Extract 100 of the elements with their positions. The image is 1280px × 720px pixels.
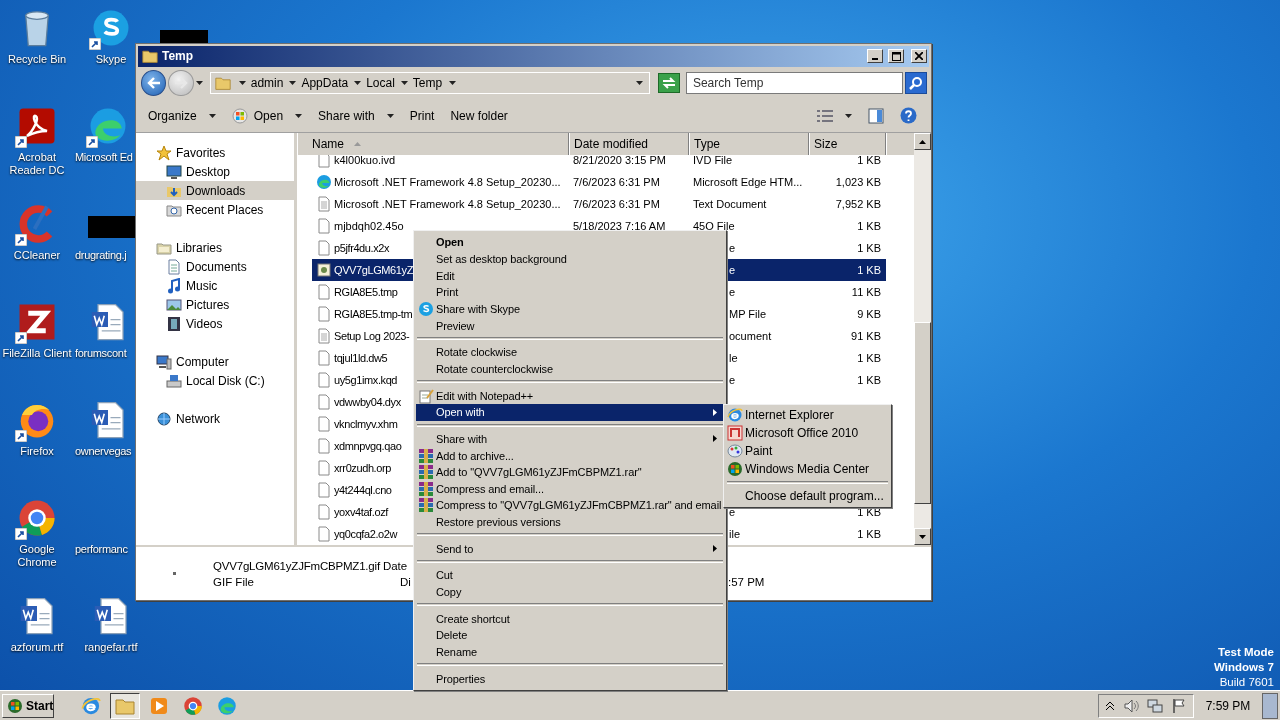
file-name[interactable]: QVV7gLGM61yZ: [334, 264, 413, 277]
desktop-icon-label[interactable]: Recycle Bin: [7, 53, 67, 66]
menu-item[interactable]: Send to: [416, 540, 724, 558]
close-button[interactable]: [911, 49, 927, 64]
file-name[interactable]: yoxv4taf.ozf: [334, 506, 388, 519]
navigation-item[interactable]: Libraries: [136, 238, 294, 258]
minimize-button[interactable]: [867, 49, 883, 64]
file-name[interactable]: k4l00kuo.ivd: [334, 154, 396, 167]
toolbar-button[interactable]: Organize: [142, 104, 222, 128]
scroll-up-button[interactable]: [914, 133, 931, 151]
file-name[interactable]: xrr0zudh.orp: [334, 462, 391, 475]
file-name[interactable]: uy5g1imx.kqd: [334, 374, 398, 387]
clock[interactable]: 7:59 PM: [1198, 698, 1258, 713]
file-name[interactable]: Microsoft .NET Framework 4.8 Setup_20230...: [334, 176, 561, 189]
column-header[interactable]: Type: [689, 133, 809, 156]
navigation-item[interactable]: Music: [136, 276, 294, 296]
scrollbar[interactable]: [914, 133, 931, 546]
breadcrumb[interactable]: Local: [354, 73, 401, 94]
column-header[interactable]: Date modified: [569, 133, 689, 156]
desktop-icon-label[interactable]: Firefox: [20, 445, 54, 458]
desktop-icon-label[interactable]: forumscont: [75, 347, 127, 360]
file-name[interactable]: p5jfr4du.x2x: [334, 242, 390, 255]
taskbar-button[interactable]: [110, 692, 140, 719]
search-field[interactable]: Search Temp: [685, 72, 904, 95]
toolbar-button[interactable]: Open: [225, 104, 309, 128]
address-bar[interactable]: admin AppData Local Temp: [209, 72, 651, 95]
menu-item[interactable]: Copy: [416, 583, 724, 601]
navigation-item[interactable]: Recent Places: [136, 200, 294, 220]
menu-item[interactable]: Cut: [416, 567, 724, 584]
file-name[interactable]: RGIA8E5.tmp: [334, 286, 398, 299]
menu-item[interactable]: Add to archive...: [416, 447, 724, 464]
desktop-icon-label[interactable]: ownervegas: [75, 445, 132, 458]
menu-item[interactable]: Properties: [416, 670, 724, 687]
file-name[interactable]: y4t244ql.cno: [334, 484, 392, 497]
menu-item[interactable]: Restore previous versions: [416, 513, 724, 531]
menu-item[interactable]: Paint: [726, 442, 889, 460]
navigation-item[interactable]: Documents: [136, 257, 294, 277]
menu-item[interactable]: Edit with Notepad++: [416, 387, 724, 404]
menu-item[interactable]: Share with Skype: [416, 300, 724, 318]
speaker-icon[interactable]: [1123, 697, 1139, 714]
navigation-item[interactable]: Local Disk (C:): [136, 371, 294, 391]
file-name[interactable]: tqjul1ld.dw5: [334, 352, 388, 365]
desktop-icon-label[interactable]: drugrating.j: [75, 249, 127, 262]
desktop-icon-label[interactable]: Skype: [95, 53, 127, 66]
navigation-item[interactable]: Downloads: [136, 181, 294, 201]
flag-icon[interactable]: [1171, 697, 1187, 714]
start-button[interactable]: Start: [2, 693, 54, 718]
menu-item[interactable]: Internet Explorer: [726, 406, 889, 424]
menu-item[interactable]: Edit: [416, 267, 724, 284]
refresh-button[interactable]: [658, 73, 680, 94]
menu-item[interactable]: Choose default program...: [726, 487, 889, 505]
menu-item[interactable]: Rotate clockwise: [416, 343, 724, 361]
menu-item[interactable]: Share with: [416, 430, 724, 448]
navigation-item[interactable]: Computer: [136, 352, 294, 372]
chevron-up-icon[interactable]: [1105, 700, 1115, 711]
breadcrumb[interactable]: admin: [238, 73, 290, 94]
toolbar-button[interactable]: New folder: [444, 104, 514, 128]
network-icon[interactable]: [1147, 697, 1163, 714]
file-name[interactable]: vdwwby04.dyx: [334, 396, 401, 409]
menu-item[interactable]: Preview: [416, 317, 724, 334]
menu-item[interactable]: Open with: [416, 403, 724, 421]
back-button[interactable]: [141, 70, 167, 97]
desktop-icon-label[interactable]: azforum.rtf: [10, 641, 64, 654]
menu-item[interactable]: Print: [416, 283, 724, 301]
desktop-icon-label[interactable]: CCleaner: [13, 249, 61, 262]
menu-item[interactable]: Compress to "QVV7gLGM61yZJFmCBPMZ1.rar" and email: [416, 497, 724, 514]
toolbar-button[interactable]: Print: [403, 104, 441, 128]
file-name[interactable]: yq0cqfa2.o2w: [334, 528, 398, 541]
file-name[interactable]: vknclmyv.xhm: [334, 418, 398, 431]
desktop-icon-label[interactable]: performanc: [75, 543, 128, 556]
menu-item[interactable]: Rotate counterclockwise: [416, 360, 724, 378]
maximize-button[interactable]: [888, 49, 904, 64]
navigation-item[interactable]: Pictures: [136, 295, 294, 315]
menu-item[interactable]: Rename: [416, 643, 724, 661]
menu-item[interactable]: Set as desktop background: [416, 250, 724, 268]
desktop-icon-label[interactable]: Acrobat Reader DC: [1, 151, 73, 177]
file-name[interactable]: Setup Log 2023-: [334, 330, 410, 343]
navigation-item[interactable]: Network: [136, 409, 294, 429]
menu-item[interactable]: Compress and email...: [416, 480, 724, 498]
desktop-icon-label[interactable]: Google Chrome: [1, 543, 73, 569]
desktop-icon-label[interactable]: Microsoft Ed: [75, 151, 133, 164]
file-name[interactable]: xdmnpvgq.qao: [334, 440, 402, 453]
menu-item[interactable]: Windows Media Center: [726, 460, 889, 478]
file-name[interactable]: RGIA8E5.tmp-tm: [334, 308, 413, 321]
file-name[interactable]: mjbdqh02.45o: [334, 220, 404, 233]
search-button[interactable]: [905, 72, 927, 95]
show-desktop-button[interactable]: [1262, 692, 1278, 719]
scroll-thumb[interactable]: [914, 322, 931, 505]
toolbar-button[interactable]: Share with: [312, 104, 400, 128]
desktop-icon-label[interactable]: rangefar.rtf: [84, 641, 138, 654]
navigation-item[interactable]: Favorites: [136, 143, 294, 163]
menu-item[interactable]: Create shortcut: [416, 610, 724, 628]
column-header[interactable]: Size: [809, 133, 886, 156]
menu-item[interactable]: Microsoft Office 2010: [726, 424, 889, 442]
menu-item[interactable]: Open: [416, 234, 724, 251]
menu-item[interactable]: Add to "QVV7gLGM61yZJFmCBPMZ1.rar": [416, 463, 724, 481]
navigation-item[interactable]: Videos: [136, 314, 294, 334]
breadcrumb[interactable]: Temp: [400, 73, 449, 94]
breadcrumb[interactable]: AppData: [289, 73, 355, 94]
file-name[interactable]: Microsoft .NET Framework 4.8 Setup_20230...: [334, 198, 561, 211]
